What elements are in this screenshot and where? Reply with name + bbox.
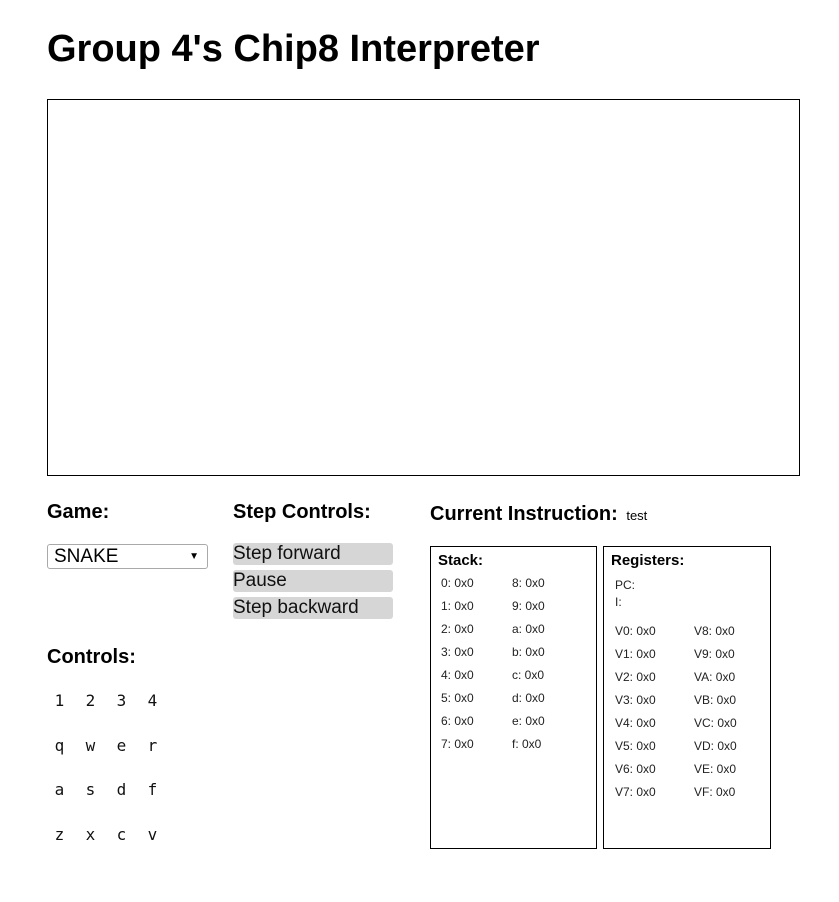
- key-4[interactable]: 4: [140, 686, 165, 731]
- step-forward-button[interactable]: Step forward: [233, 543, 393, 565]
- registers-title: Registers:: [611, 552, 685, 569]
- stack-entry: 7: 0x0: [441, 737, 474, 751]
- page-title: Group 4's Chip8 Interpreter: [47, 28, 540, 70]
- register-entry: V9: 0x0: [694, 647, 735, 661]
- stack-entry: e: 0x0: [512, 714, 545, 728]
- stack-entry: 3: 0x0: [441, 645, 474, 659]
- key-x[interactable]: x: [78, 820, 103, 865]
- key-e[interactable]: e: [109, 731, 134, 776]
- program-counter: PC:: [615, 578, 636, 592]
- stack-entry: d: 0x0: [512, 691, 545, 705]
- stack-entry: 0: 0x0: [441, 576, 474, 590]
- controls-label: Controls:: [47, 646, 136, 668]
- register-entry: VE: 0x0: [694, 762, 737, 776]
- register-entry: V2: 0x0: [615, 670, 656, 684]
- current-instruction: Current Instruction: test: [430, 502, 647, 528]
- current-instruction-label: Current Instruction:: [430, 503, 618, 525]
- register-entry: V7: 0x0: [615, 785, 656, 799]
- step-backward-button[interactable]: Step backward: [233, 597, 393, 619]
- step-controls-label: Step Controls:: [233, 501, 371, 523]
- registers-panel: Registers: PC: I: V0: 0x0 V1: 0x0 V2: 0x0 V…: [603, 546, 771, 849]
- register-entry: V6: 0x0: [615, 762, 656, 776]
- game-select-value: SNAKE: [54, 546, 119, 567]
- register-entry: VA: 0x0: [694, 670, 736, 684]
- keypad: 1 2 3 4 q w e r a s d f z x c v: [47, 686, 171, 865]
- key-v[interactable]: v: [140, 820, 165, 865]
- key-c[interactable]: c: [109, 820, 134, 865]
- register-entry: VB: 0x0: [694, 693, 737, 707]
- display-canvas[interactable]: [47, 99, 800, 476]
- stack-entry: 9: 0x0: [512, 599, 545, 613]
- register-entry: VF: 0x0: [694, 785, 736, 799]
- key-f[interactable]: f: [140, 775, 165, 820]
- stack-entry: 2: 0x0: [441, 622, 474, 636]
- register-entry: V0: 0x0: [615, 624, 656, 638]
- register-entry: V8: 0x0: [694, 624, 735, 638]
- key-w[interactable]: w: [78, 731, 103, 776]
- index-register: I:: [615, 595, 622, 609]
- stack-entry: a: 0x0: [512, 622, 545, 636]
- dropdown-arrow-icon: ▼: [189, 551, 199, 562]
- key-3[interactable]: 3: [109, 686, 134, 731]
- current-instruction-value: test: [626, 508, 648, 523]
- key-q[interactable]: q: [47, 731, 72, 776]
- stack-entry: 1: 0x0: [441, 599, 474, 613]
- pause-button[interactable]: Pause: [233, 570, 393, 592]
- key-1[interactable]: 1: [47, 686, 72, 731]
- register-entry: VD: 0x0: [694, 739, 737, 753]
- key-s[interactable]: s: [78, 775, 103, 820]
- key-d[interactable]: d: [109, 775, 134, 820]
- key-2[interactable]: 2: [78, 686, 103, 731]
- register-entry: V4: 0x0: [615, 716, 656, 730]
- stack-entry: 6: 0x0: [441, 714, 474, 728]
- stack-entry: c: 0x0: [512, 668, 545, 682]
- game-select[interactable]: SNAKE ▼: [47, 544, 208, 569]
- register-entry: VC: 0x0: [694, 716, 737, 730]
- stack-entry: b: 0x0: [512, 645, 545, 659]
- stack-entry: 5: 0x0: [441, 691, 474, 705]
- key-r[interactable]: r: [140, 731, 165, 776]
- stack-panel: Stack: 0: 0x0 1: 0x0 2: 0x0 3: 0x0 4: 0x0 5: …: [430, 546, 597, 849]
- stack-entry: 4: 0x0: [441, 668, 474, 682]
- key-z[interactable]: z: [47, 820, 72, 865]
- game-label: Game:: [47, 501, 110, 523]
- stack-title: Stack:: [438, 552, 484, 569]
- step-controls: Step forward Pause Step backward: [233, 543, 393, 624]
- stack-entry: 8: 0x0: [512, 576, 545, 590]
- key-a[interactable]: a: [47, 775, 72, 820]
- register-entry: V5: 0x0: [615, 739, 656, 753]
- stack-entry: f: 0x0: [512, 737, 542, 751]
- register-entry: V1: 0x0: [615, 647, 656, 661]
- register-entry: V3: 0x0: [615, 693, 656, 707]
